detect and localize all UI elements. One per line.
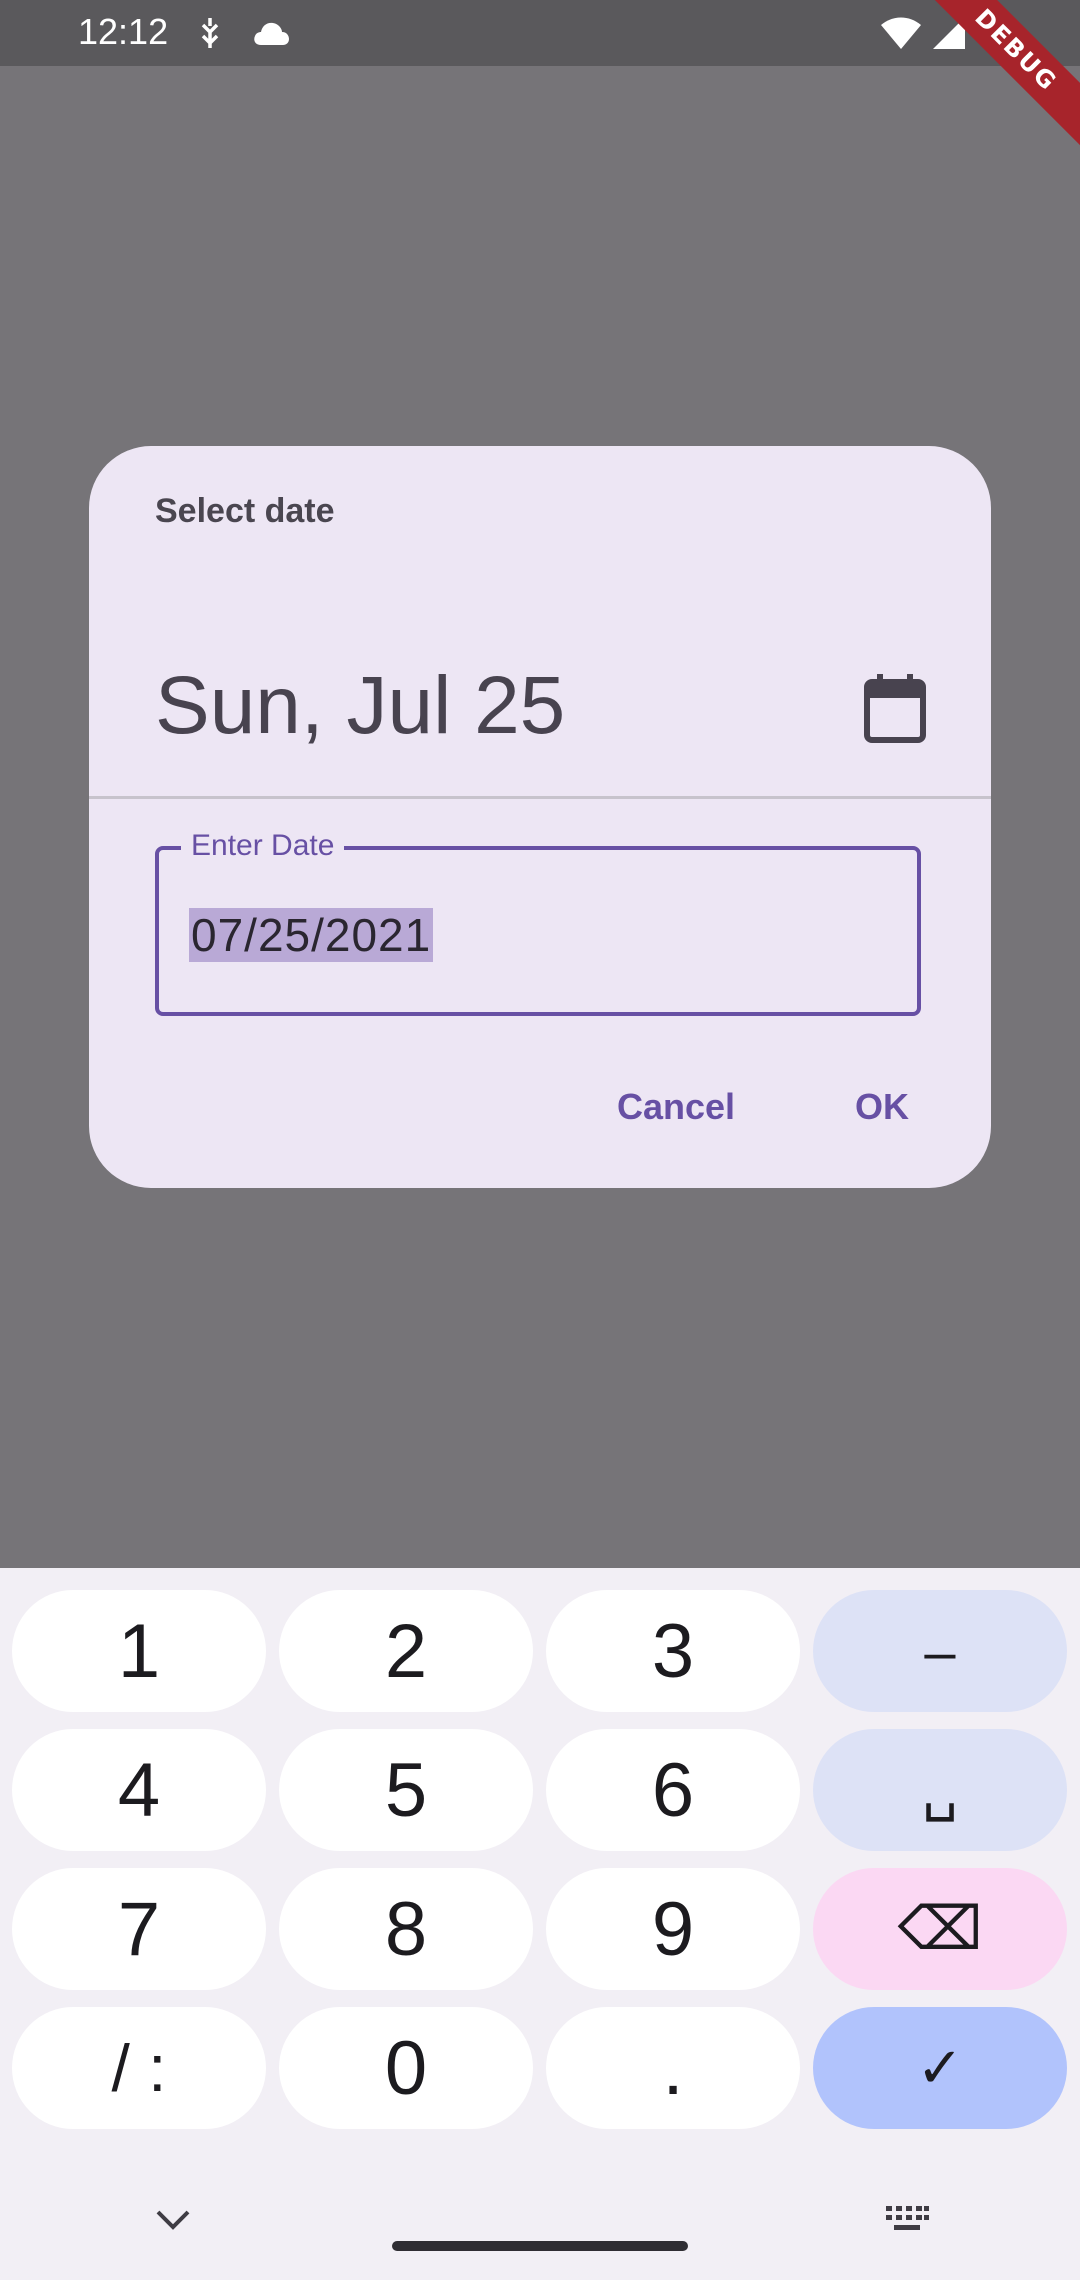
date-input-field[interactable]: Enter Date 07/25/2021 xyxy=(155,826,921,1016)
home-indicator[interactable] xyxy=(392,2241,688,2251)
lightning-icon xyxy=(198,16,222,55)
chevron-down-icon[interactable] xyxy=(154,2208,192,2237)
key-slash-colon[interactable]: / : xyxy=(12,2007,266,2129)
key-5[interactable]: 5 xyxy=(279,1729,533,1851)
cancel-button[interactable]: Cancel xyxy=(617,1086,735,1128)
key-2[interactable]: 2 xyxy=(279,1590,533,1712)
date-field-value[interactable]: 07/25/2021 xyxy=(189,908,434,962)
key-space[interactable]: ␣ xyxy=(813,1729,1067,1851)
wifi-icon xyxy=(880,16,922,55)
key-4[interactable]: 4 xyxy=(12,1729,266,1851)
ok-button[interactable]: OK xyxy=(855,1086,909,1128)
screen: 12:12 DEBUG Select date Sun, Jul 25 Ente… xyxy=(0,0,1080,2280)
dialog-title: Select date xyxy=(155,492,335,530)
calendar-icon[interactable] xyxy=(859,672,935,748)
cloud-icon xyxy=(252,20,290,51)
keyboard-icon[interactable] xyxy=(884,2204,930,2239)
key-1[interactable]: 1 xyxy=(12,1590,266,1712)
status-bar: 12:12 xyxy=(0,0,1080,66)
key-6[interactable]: 6 xyxy=(546,1729,800,1851)
key-9[interactable]: 9 xyxy=(546,1868,800,1990)
key-dash[interactable]: – xyxy=(813,1590,1067,1712)
numeric-keyboard: 1 2 3 – 4 5 6 ␣ 7 8 9 ⌫ / : 0 . ✓ xyxy=(0,1568,1080,2280)
key-3[interactable]: 3 xyxy=(546,1590,800,1712)
date-field-label: Enter Date xyxy=(181,826,345,866)
backspace-icon[interactable]: ⌫ xyxy=(813,1868,1067,1990)
key-7[interactable]: 7 xyxy=(12,1868,266,1990)
key-0[interactable]: 0 xyxy=(279,2007,533,2129)
key-8[interactable]: 8 xyxy=(279,1868,533,1990)
date-picker-dialog: Select date Sun, Jul 25 Enter Date 07/25… xyxy=(89,446,991,1188)
key-period[interactable]: . xyxy=(546,2007,800,2129)
status-time: 12:12 xyxy=(78,11,169,52)
dialog-divider xyxy=(89,796,991,799)
selected-date-headline: Sun, Jul 25 xyxy=(155,660,566,751)
check-icon[interactable]: ✓ xyxy=(813,2007,1067,2129)
